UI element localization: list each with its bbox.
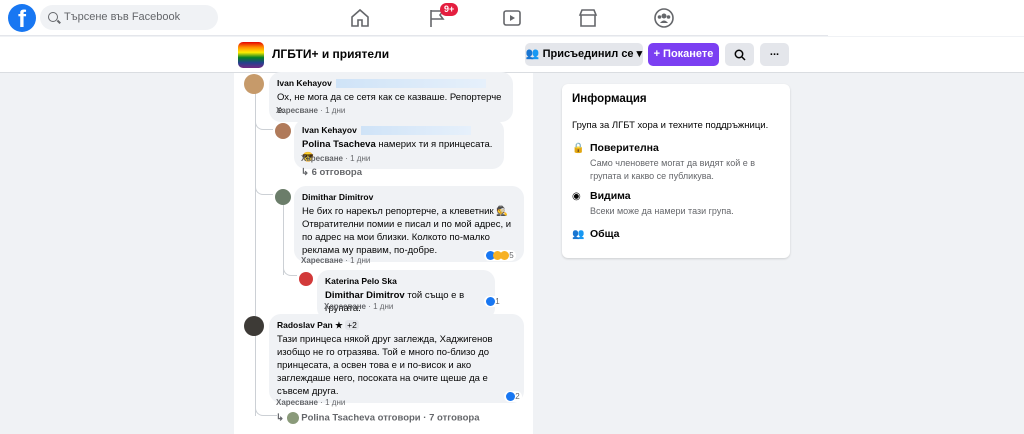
avatar[interactable] <box>244 74 264 94</box>
people-icon: 👥 <box>572 229 585 240</box>
avatar[interactable] <box>275 123 291 139</box>
visibility-title: Видима <box>590 190 631 202</box>
comment-actions: Харесване · 1 дни <box>276 106 346 115</box>
reply-arrow-icon: ↳ <box>301 167 312 178</box>
reactions-summary[interactable]: 2 <box>504 391 522 402</box>
comment-time[interactable]: 1 дни <box>325 398 345 407</box>
comment-time[interactable]: 1 дни <box>350 256 370 265</box>
comment-actions: Харесване · 1 дни <box>301 154 371 163</box>
comment-author[interactable]: Dimithar Dimitrov <box>302 191 516 204</box>
thread-connector <box>255 118 273 130</box>
privacy-description: Само членовете могат да видят кой е в гр… <box>590 158 756 181</box>
top-navigation-bar: f Търсене във Facebook 9+ <box>0 0 828 36</box>
search-placeholder: Търсене във Facebook <box>64 11 181 23</box>
eye-icon: ◉ <box>572 191 581 202</box>
group-name[interactable]: ЛГБТИ+ и приятели <box>272 47 389 61</box>
group-avatar[interactable] <box>238 42 264 68</box>
comment-time[interactable]: 1 дни <box>350 154 370 163</box>
reactions-summary[interactable]: 1 <box>484 296 502 307</box>
reply-summary: Polina Tsacheva отговори · 7 отговора <box>301 412 480 424</box>
avatar[interactable] <box>244 316 264 336</box>
header-right-blank <box>828 0 1024 36</box>
members-icon: 👥 <box>525 48 543 60</box>
comment-time[interactable]: 1 дни <box>373 302 393 311</box>
comment-bubble: Katerina Pelo Ska Dimithar Dimitrov той … <box>317 270 495 320</box>
mention-link[interactable]: Polina Tsacheva <box>302 139 376 150</box>
view-replies-link[interactable]: ↳ Polina Tsacheva отговори · 7 отговора <box>276 412 479 424</box>
reactions-count: 1 <box>495 297 500 306</box>
thread-line <box>283 205 284 275</box>
comment-author[interactable]: Radoslav Pan ★ +2 <box>277 319 516 332</box>
group-description: Група за ЛГБТ хора и техните поддръжници… <box>572 120 769 131</box>
avatar[interactable] <box>275 189 291 205</box>
like-link[interactable]: Харесване <box>324 302 366 311</box>
lock-icon: 🔒 <box>572 143 585 154</box>
comment-actions: Харесване · 1 дни <box>276 398 346 407</box>
like-link[interactable]: Харесване <box>301 256 343 265</box>
badge-count: +2 <box>345 320 359 330</box>
search-icon <box>734 49 746 61</box>
marketplace-icon[interactable] <box>577 7 599 29</box>
thread-connector <box>255 400 277 416</box>
thread-line <box>255 92 256 416</box>
comment-author[interactable]: Katerina Pelo Ska <box>325 275 487 288</box>
comment-author[interactable]: Ivan Kehayov <box>277 77 505 90</box>
invite-button[interactable]: + Поканете <box>648 43 719 66</box>
replies-count: 6 отговора <box>311 167 362 178</box>
avatar[interactable] <box>299 272 313 286</box>
group-search-button[interactable] <box>725 43 754 66</box>
like-link[interactable]: Харесване <box>276 106 318 115</box>
video-icon[interactable] <box>501 7 523 29</box>
comment-actions: Харесване · 1 дни <box>301 256 371 265</box>
notification-badge: 9+ <box>440 3 459 16</box>
joined-label: Присъединил се <box>542 48 634 60</box>
comment-text: Тази принцеса някой друг заглежда, Хаджи… <box>277 334 493 397</box>
visibility-description: Всеки може да намери тази група. <box>590 206 734 216</box>
like-reaction-icon <box>506 392 515 402</box>
view-replies-link[interactable]: ↳ 6 отговора <box>301 167 362 178</box>
like-reaction-icon <box>486 297 495 307</box>
comment-author[interactable]: Ivan Kehayov <box>302 124 496 137</box>
search-icon <box>48 12 58 22</box>
comment-actions: Харесване · 1 дни <box>324 302 394 311</box>
home-icon[interactable] <box>349 7 371 29</box>
top-fan-star-icon: ★ <box>335 320 343 330</box>
chevron-down-icon: ▾ <box>633 48 643 60</box>
thread-connector <box>255 180 273 195</box>
group-header-bar <box>0 37 1024 73</box>
more-options-button[interactable]: ... <box>760 43 789 66</box>
comment-time[interactable]: 1 дни <box>325 106 345 115</box>
facebook-logo[interactable]: f <box>8 4 36 32</box>
info-title: Информация <box>572 93 647 105</box>
search-input[interactable]: Търсене във Facebook <box>40 5 218 30</box>
joined-button[interactable]: 👥 Присъединил се ▾ <box>525 43 643 66</box>
reactions-count: 5 <box>509 251 514 260</box>
comment-text: Не бих го нарекъл репортерче, а клеветни… <box>302 206 512 256</box>
like-link[interactable]: Харесване <box>301 154 343 163</box>
groups-icon[interactable] <box>653 7 675 29</box>
redacted-text <box>335 79 486 89</box>
reactions-count: 2 <box>515 392 520 401</box>
privacy-title: Поверителна <box>590 142 659 154</box>
comment-bubble: Radoslav Pan ★ +2 Тази принцеса някой др… <box>269 314 524 403</box>
avatar <box>286 412 299 424</box>
general-title: Обща <box>590 228 620 240</box>
reactions-summary[interactable]: 5 <box>484 250 516 261</box>
reply-arrow-icon: ↳ <box>276 412 287 424</box>
wow-reaction-icon <box>500 251 509 261</box>
mention-link[interactable]: Dimithar Dimitrov <box>325 290 405 301</box>
like-link[interactable]: Харесване <box>276 398 318 407</box>
redacted-text <box>360 126 471 136</box>
